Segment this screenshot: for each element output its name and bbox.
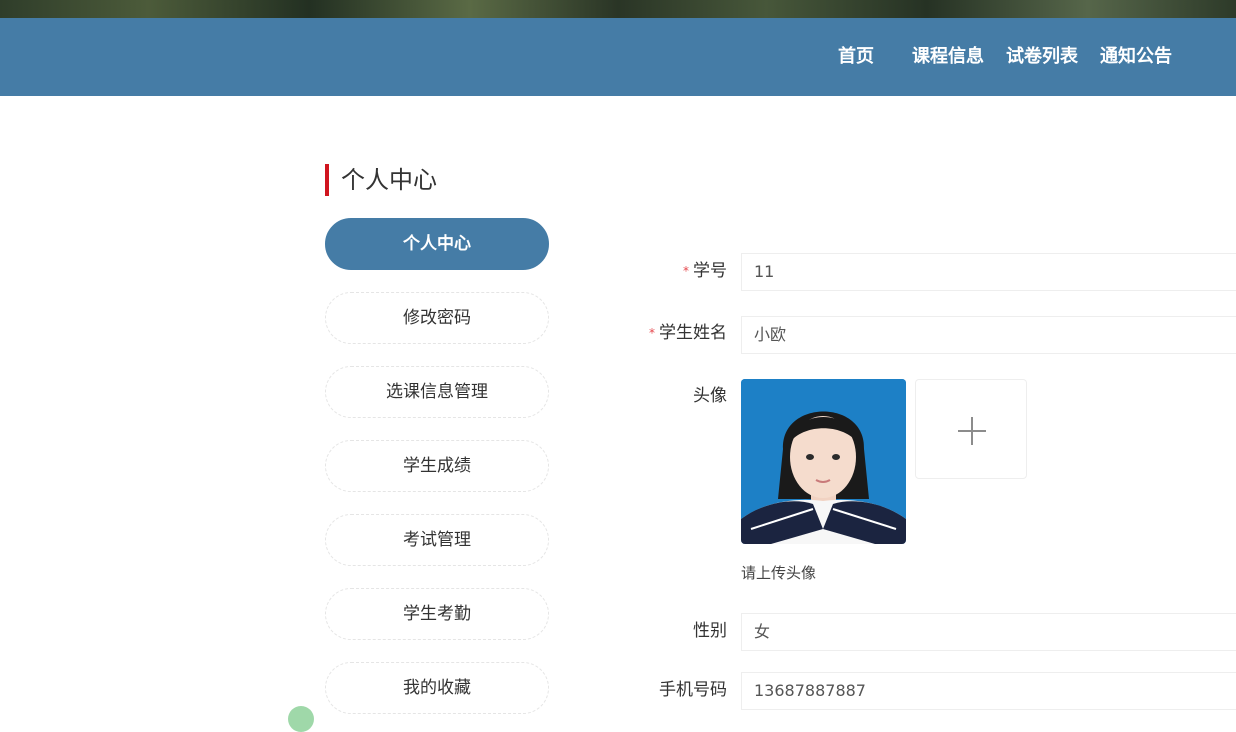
nav-item-announcements[interactable]: 通知公告 — [1100, 45, 1172, 69]
sidebar-item-student-grades[interactable]: 学生成绩 — [325, 440, 549, 492]
avatar-upload-button[interactable] — [915, 379, 1027, 479]
sidebar-item-personal-center[interactable]: 个人中心 — [325, 218, 549, 270]
avatar-upload-hint: 请上传头像 — [741, 564, 817, 582]
nav-item-home[interactable]: 首页 — [838, 45, 874, 69]
sidebar-item-attendance[interactable]: 学生考勤 — [325, 588, 549, 640]
student-id-label: * 学号 — [683, 261, 727, 281]
floating-assistant-icon[interactable] — [288, 706, 314, 732]
required-mark: * — [683, 264, 689, 278]
student-id-field[interactable]: 11 — [741, 253, 1236, 291]
gender-field[interactable]: 女 — [741, 613, 1236, 651]
sidebar-item-exam-management[interactable]: 考试管理 — [325, 514, 549, 566]
sidebar-item-favorites[interactable]: 我的收藏 — [325, 662, 549, 714]
phone-label: 手机号码 — [659, 680, 727, 700]
plus-icon — [958, 417, 986, 445]
sidebar-item-course-selection[interactable]: 选课信息管理 — [325, 366, 549, 418]
top-navigation-bar: 首页 课程信息 试卷列表 通知公告 — [0, 18, 1236, 96]
gender-label: 性别 — [693, 621, 727, 641]
phone-field[interactable]: 13687887887 — [741, 672, 1236, 710]
sidebar-item-change-password[interactable]: 修改密码 — [325, 292, 549, 344]
avatar-image[interactable] — [741, 379, 906, 544]
avatar-photo-illustration — [741, 379, 906, 544]
nav-item-exam-list[interactable]: 试卷列表 — [1006, 45, 1078, 69]
student-name-field[interactable]: 小欧 — [741, 316, 1236, 354]
page-title: 个人中心 — [325, 164, 437, 196]
nav-item-course-info[interactable]: 课程信息 — [912, 45, 984, 69]
student-name-label: * 学生姓名 — [649, 323, 727, 343]
header-banner-image — [0, 0, 1236, 18]
required-mark: * — [649, 326, 655, 340]
avatar-label: 头像 — [693, 386, 727, 406]
